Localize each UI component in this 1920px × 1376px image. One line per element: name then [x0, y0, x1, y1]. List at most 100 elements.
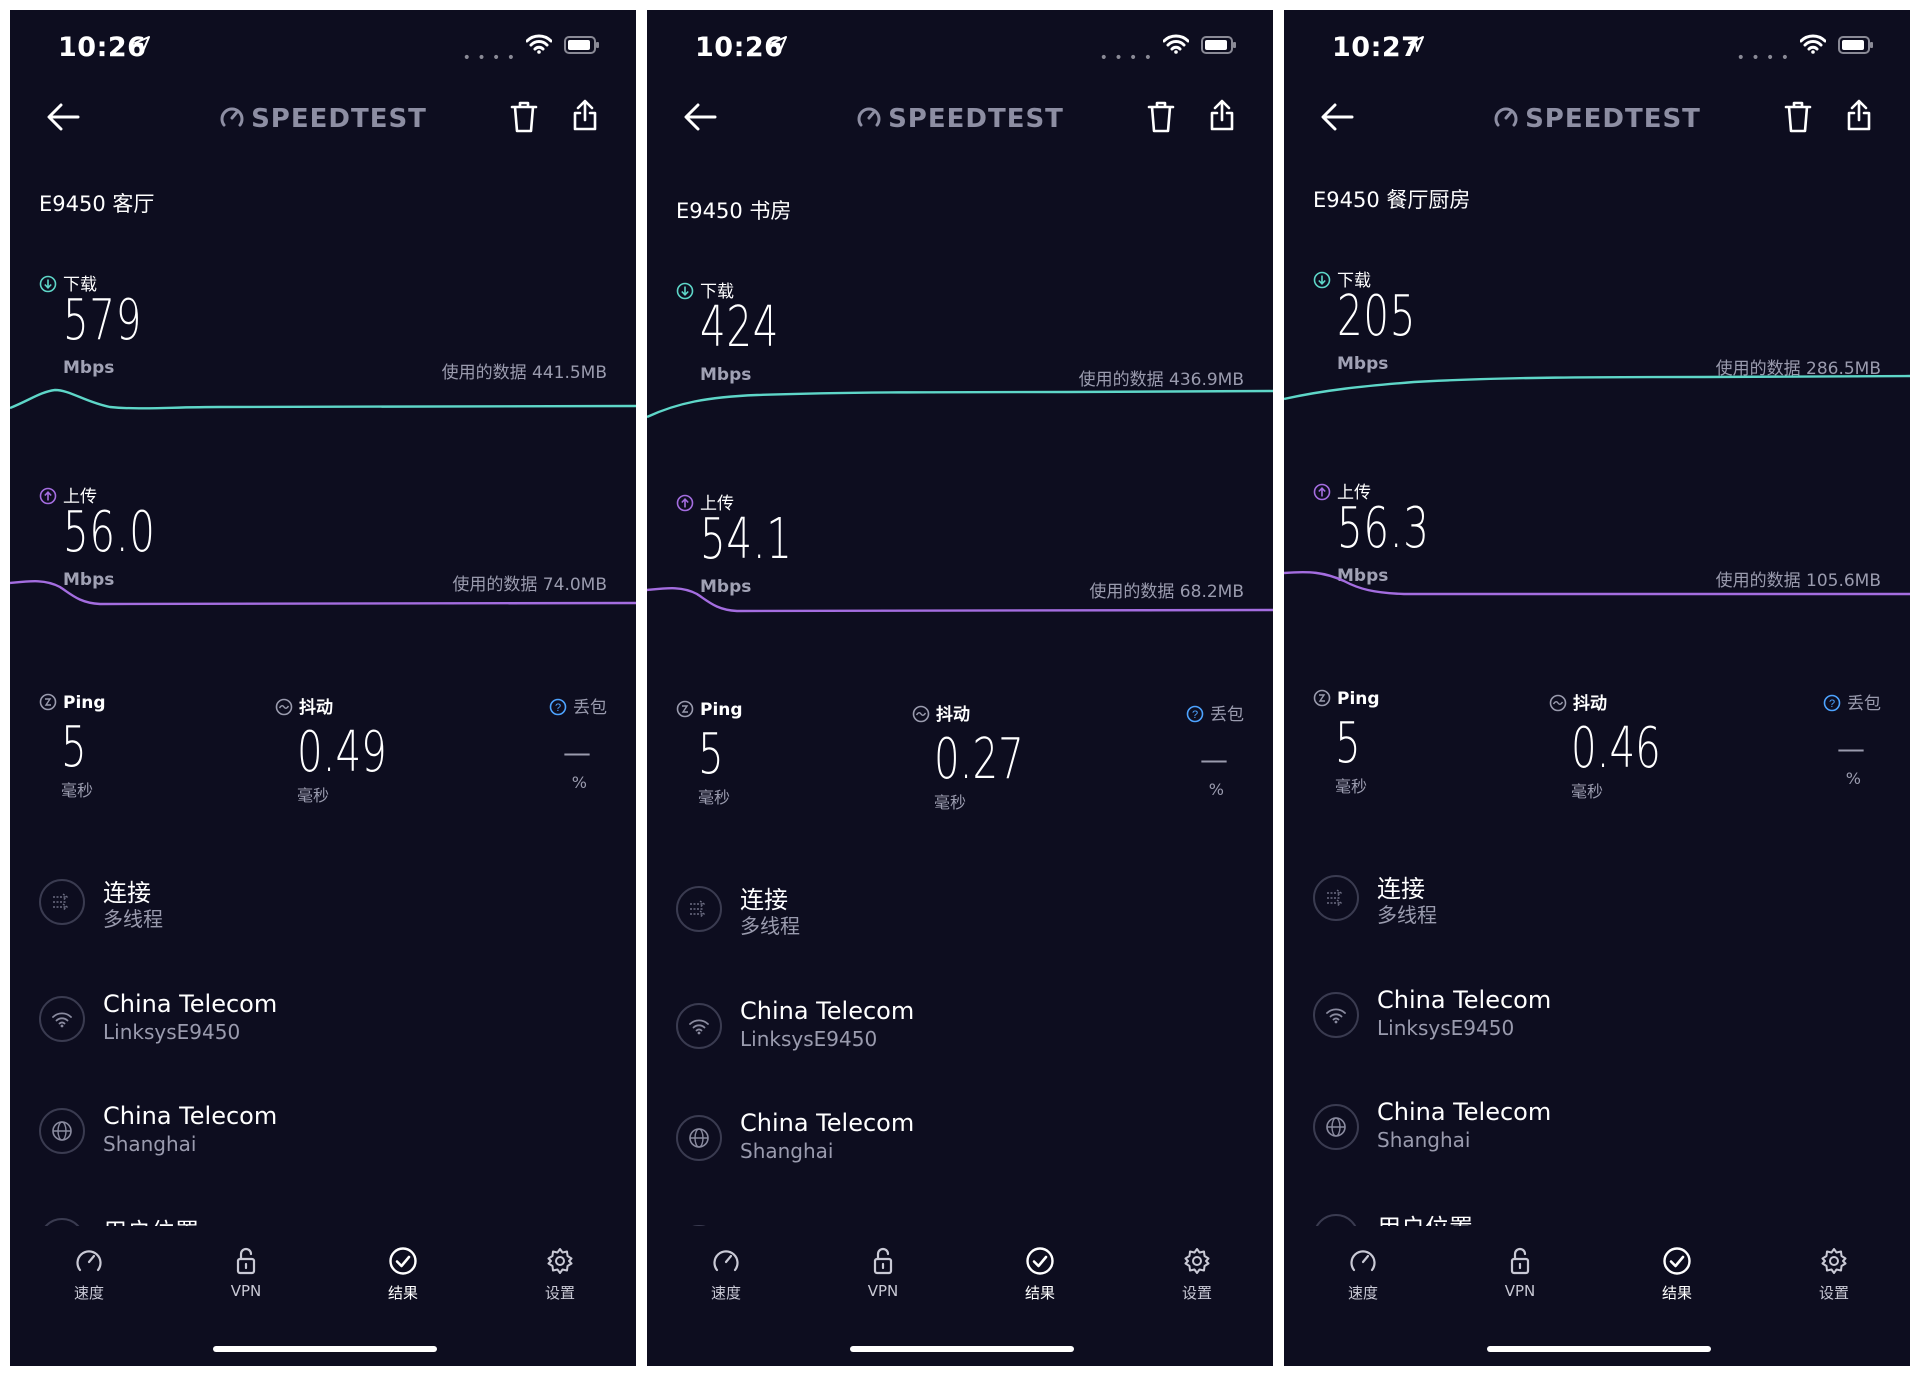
- tab-settings-label: 设置: [1818, 1284, 1849, 1302]
- tab-settings[interactable]: 设置: [1152, 1246, 1242, 1303]
- tab-speed-label: 速度: [710, 1284, 741, 1302]
- connection-ring: [1313, 875, 1359, 921]
- battery-icon: [1838, 36, 1874, 58]
- home-indicator: [850, 1346, 1074, 1352]
- upload-speed-graph: [1284, 570, 1910, 596]
- connection-type: 多线程: [740, 914, 800, 938]
- share-icon[interactable]: [1846, 98, 1872, 136]
- jitter-label: 抖动: [275, 693, 422, 718]
- multi-stream-icon: [690, 900, 706, 918]
- signal-dots-icon: • • • •: [462, 50, 516, 66]
- packet-loss-label[interactable]: ? 丢包: [1823, 689, 1881, 714]
- svg-text:?: ?: [1829, 698, 1835, 710]
- tab-vpn[interactable]: VPN: [838, 1246, 928, 1300]
- tab-vpn[interactable]: VPN: [201, 1246, 291, 1300]
- packet-loss-value: —: [1200, 743, 1228, 776]
- help-icon[interactable]: ?: [1186, 705, 1204, 723]
- globe-icon: [689, 1128, 709, 1148]
- ping-label: Ping: [676, 700, 743, 720]
- network-ring: [39, 996, 85, 1042]
- download-curve: [1284, 374, 1910, 401]
- tab-settings[interactable]: 设置: [515, 1246, 605, 1303]
- isp-name: China Telecom: [1377, 986, 1552, 1014]
- tab-speed[interactable]: 速度: [44, 1246, 134, 1303]
- wifi-icon: [1162, 34, 1190, 58]
- tab-bar: 速度 VPN 结果 设置: [647, 1226, 1273, 1366]
- jitter-metric: 抖动 0.27 毫秒: [912, 700, 1059, 813]
- download-speed-graph: [1284, 374, 1910, 401]
- location-arrow-icon: [134, 36, 150, 56]
- download-curve: [10, 388, 636, 410]
- tab-bar: 速度 VPN 结果 设置: [10, 1226, 636, 1366]
- home-indicator: [213, 1346, 437, 1352]
- tab-speed-label: 速度: [1347, 1284, 1378, 1302]
- tab-vpn[interactable]: VPN: [1475, 1246, 1565, 1300]
- globe-icon: [52, 1121, 72, 1141]
- network-info: China Telecom LinksysE9450: [676, 997, 1244, 1073]
- jitter-metric: 抖动 0.49 毫秒: [275, 693, 422, 806]
- server-name: China Telecom: [103, 1102, 278, 1130]
- tab-results[interactable]: 结果: [995, 1246, 1085, 1303]
- share-icon[interactable]: [1209, 98, 1235, 136]
- upload-curve: [1284, 570, 1910, 596]
- server-ring: [1313, 1104, 1359, 1150]
- jitter-metric: 抖动 0.46 毫秒: [1549, 689, 1696, 802]
- ping-label: Ping: [1313, 689, 1380, 709]
- speedtest-logo: SPEEDTEST: [1284, 104, 1910, 137]
- brand-text: SPEEDTEST: [251, 104, 427, 134]
- server-name: China Telecom: [1377, 1098, 1552, 1126]
- trash-icon[interactable]: [1147, 100, 1175, 138]
- packet-loss-label[interactable]: ? 丢包: [549, 693, 607, 718]
- help-icon[interactable]: ?: [1823, 694, 1841, 712]
- ping-icon: [676, 700, 694, 718]
- wifi-icon: [52, 1012, 72, 1028]
- tab-speed[interactable]: 速度: [1318, 1246, 1408, 1303]
- ping-icon: [1313, 689, 1331, 707]
- lock-icon: [873, 1247, 893, 1275]
- gear-icon: [1184, 1248, 1210, 1274]
- share-icon[interactable]: [572, 98, 598, 136]
- signal-dots-icon: • • • •: [1736, 50, 1790, 66]
- upload-arrow-icon: [676, 494, 694, 512]
- packet-loss-value: —: [1837, 732, 1865, 765]
- tab-results[interactable]: 结果: [358, 1246, 448, 1303]
- server-info: China Telecom Shanghai: [1313, 1098, 1881, 1174]
- tab-settings[interactable]: 设置: [1789, 1246, 1879, 1303]
- tab-speed-label: 速度: [73, 1284, 104, 1302]
- tab-speed[interactable]: 速度: [681, 1246, 771, 1303]
- wifi-icon: [1326, 1008, 1346, 1024]
- ping-metric: Ping 5 毫秒: [1313, 689, 1380, 797]
- ping-icon: [39, 693, 57, 711]
- upload-arrow-icon: [39, 487, 57, 505]
- connection-type: 多线程: [1377, 903, 1437, 927]
- trash-icon[interactable]: [1784, 100, 1812, 138]
- ping-value: 5: [61, 715, 87, 780]
- network-info: China Telecom LinksysE9450: [1313, 986, 1881, 1062]
- packet-loss-metric: ? 丢包 — %: [1823, 689, 1881, 788]
- speedometer-icon: [1350, 1250, 1376, 1272]
- speedtest-logo: SPEEDTEST: [647, 104, 1273, 137]
- lock-icon: [1510, 1247, 1530, 1275]
- speedometer-icon: [713, 1250, 739, 1272]
- packet-loss-unit: %: [1845, 769, 1861, 788]
- tab-results[interactable]: 结果: [1632, 1246, 1722, 1303]
- speedtest-gauge-icon: [1493, 104, 1519, 137]
- ping-label: Ping: [39, 693, 106, 713]
- check-circle-icon: [1663, 1247, 1691, 1275]
- ping-value: 5: [698, 722, 724, 787]
- wifi-icon: [1799, 34, 1827, 58]
- help-icon[interactable]: ?: [549, 698, 567, 716]
- nav-bar: SPEEDTEST: [1284, 90, 1910, 150]
- trash-icon[interactable]: [510, 100, 538, 138]
- speedtest-gauge-icon: [856, 104, 882, 137]
- jitter-label: 抖动: [1549, 689, 1696, 714]
- packet-loss-label[interactable]: ? 丢包: [1186, 700, 1244, 725]
- server-ring: [39, 1108, 85, 1154]
- isp-name: China Telecom: [103, 990, 278, 1018]
- tab-settings-label: 设置: [1181, 1284, 1212, 1302]
- connection-info: 连接 多线程: [39, 879, 607, 949]
- battery-icon: [564, 36, 600, 58]
- brand-text: SPEEDTEST: [1525, 104, 1701, 134]
- check-circle-icon: [389, 1247, 417, 1275]
- server-location: Shanghai: [103, 1132, 197, 1156]
